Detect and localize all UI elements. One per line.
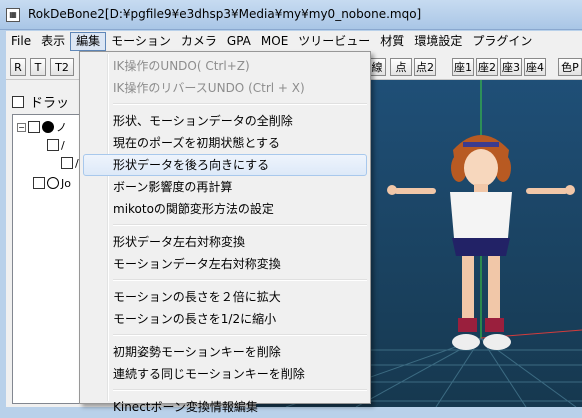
menu-5[interactable]: GPA: [222, 32, 256, 51]
edit-menu-item[interactable]: モーションの長さを２倍に拡大: [83, 286, 367, 308]
tree-checkbox[interactable]: [28, 121, 40, 133]
tree-row[interactable]: /: [61, 155, 79, 171]
edit-menu-dropdown: IK操作のUNDO( Ctrl+Z) IK操作のリバースUNDO (Ctrl + …: [79, 51, 371, 414]
edit-menu-item[interactable]: 形状、モーションデータの全削除: [83, 110, 367, 132]
color-p-button[interactable]: 色P: [558, 58, 582, 76]
edit-menu-item[interactable]: 連続する同じモーションキーを削除: [83, 363, 367, 385]
tree-row-label: /: [61, 138, 65, 152]
tree-checkbox[interactable]: [33, 177, 45, 189]
window-title: RokDeBone2[D:¥pgfile9¥e3dhsp3¥Media¥my¥m…: [28, 7, 422, 21]
point2-button[interactable]: 点2: [414, 58, 436, 76]
menu-separator: [113, 103, 367, 105]
tab-t2[interactable]: T2: [50, 58, 74, 76]
tab-r[interactable]: R: [10, 58, 26, 76]
bone-filled-icon: [42, 121, 54, 133]
app-icon[interactable]: ▦: [6, 8, 20, 22]
tree-row-label: ノ: [56, 121, 67, 134]
title-bar: ▦ RokDeBone2[D:¥pgfile9¥e3dhsp3¥Media¥my…: [0, 0, 582, 30]
tree-row-label: Jo: [61, 176, 71, 190]
menu-1[interactable]: 表示: [36, 32, 70, 51]
edit-menu-item[interactable]: IK操作のUNDO( Ctrl+Z): [83, 55, 367, 77]
coord3-button[interactable]: 座3: [500, 58, 522, 76]
edit-menu-item[interactable]: ボーン影響度の再計算: [83, 176, 367, 198]
edit-menu-item[interactable]: IK操作のリバースUNDO (Ctrl + X): [83, 77, 367, 99]
edit-menu-item[interactable]: Kinectボーン変換情報編集: [83, 396, 367, 418]
menu-0[interactable]: File: [6, 32, 36, 51]
tree-row[interactable]: − ノ: [17, 119, 67, 135]
menu-separator: [113, 279, 367, 281]
edit-menu-item[interactable]: mikotoの関節変形方法の設定: [83, 198, 367, 220]
tree-row[interactable]: Jo: [33, 175, 71, 191]
menu-separator: [113, 389, 367, 391]
drag-checkbox-label: ドラッ: [30, 96, 70, 111]
menu-separator: [113, 224, 367, 226]
coord1-button[interactable]: 座1: [452, 58, 474, 76]
tree-checkbox[interactable]: [47, 139, 59, 151]
drag-checkbox[interactable]: [12, 95, 24, 108]
menu-bar: File 表示 編集 モーション カメラ GPA MOE ツリービュー 材質 環境設定 プラグイン: [6, 31, 582, 52]
tree-row[interactable]: /: [47, 137, 65, 153]
coord4-button[interactable]: 座4: [524, 58, 546, 76]
drag-checkbox-row[interactable]: ドラッ: [12, 92, 69, 111]
menu-separator: [113, 334, 367, 336]
tab-t[interactable]: T: [30, 58, 46, 76]
menu-9[interactable]: 環境設定: [409, 32, 467, 51]
menu-4[interactable]: カメラ: [176, 32, 222, 51]
menu-7[interactable]: ツリービュー: [293, 32, 375, 51]
menu-6[interactable]: MOE: [256, 32, 293, 51]
menu-2[interactable]: 編集: [70, 32, 107, 51]
edit-menu-item[interactable]: 形状データ左右対称変換: [83, 231, 367, 253]
menu-8[interactable]: 材質: [375, 32, 409, 51]
edit-menu-item[interactable]: 初期姿勢モーションキーを削除: [83, 341, 367, 363]
edit-menu-item[interactable]: モーションデータ左右対称変換: [83, 253, 367, 275]
collapse-icon[interactable]: −: [17, 122, 26, 132]
edit-menu-item[interactable]: モーションの長さを1/2に縮小: [83, 308, 367, 330]
coord2-button[interactable]: 座2: [476, 58, 498, 76]
tree-checkbox[interactable]: [61, 157, 73, 169]
menu-3[interactable]: モーション: [106, 32, 176, 51]
point-button[interactable]: 点: [390, 58, 412, 76]
bone-empty-icon: [47, 177, 59, 189]
menu-10[interactable]: プラグイン: [467, 32, 537, 51]
edit-menu-item[interactable]: 現在のポーズを初期状態とする: [83, 132, 367, 154]
edit-menu-item[interactable]: 形状データを後ろ向きにする: [83, 154, 367, 176]
